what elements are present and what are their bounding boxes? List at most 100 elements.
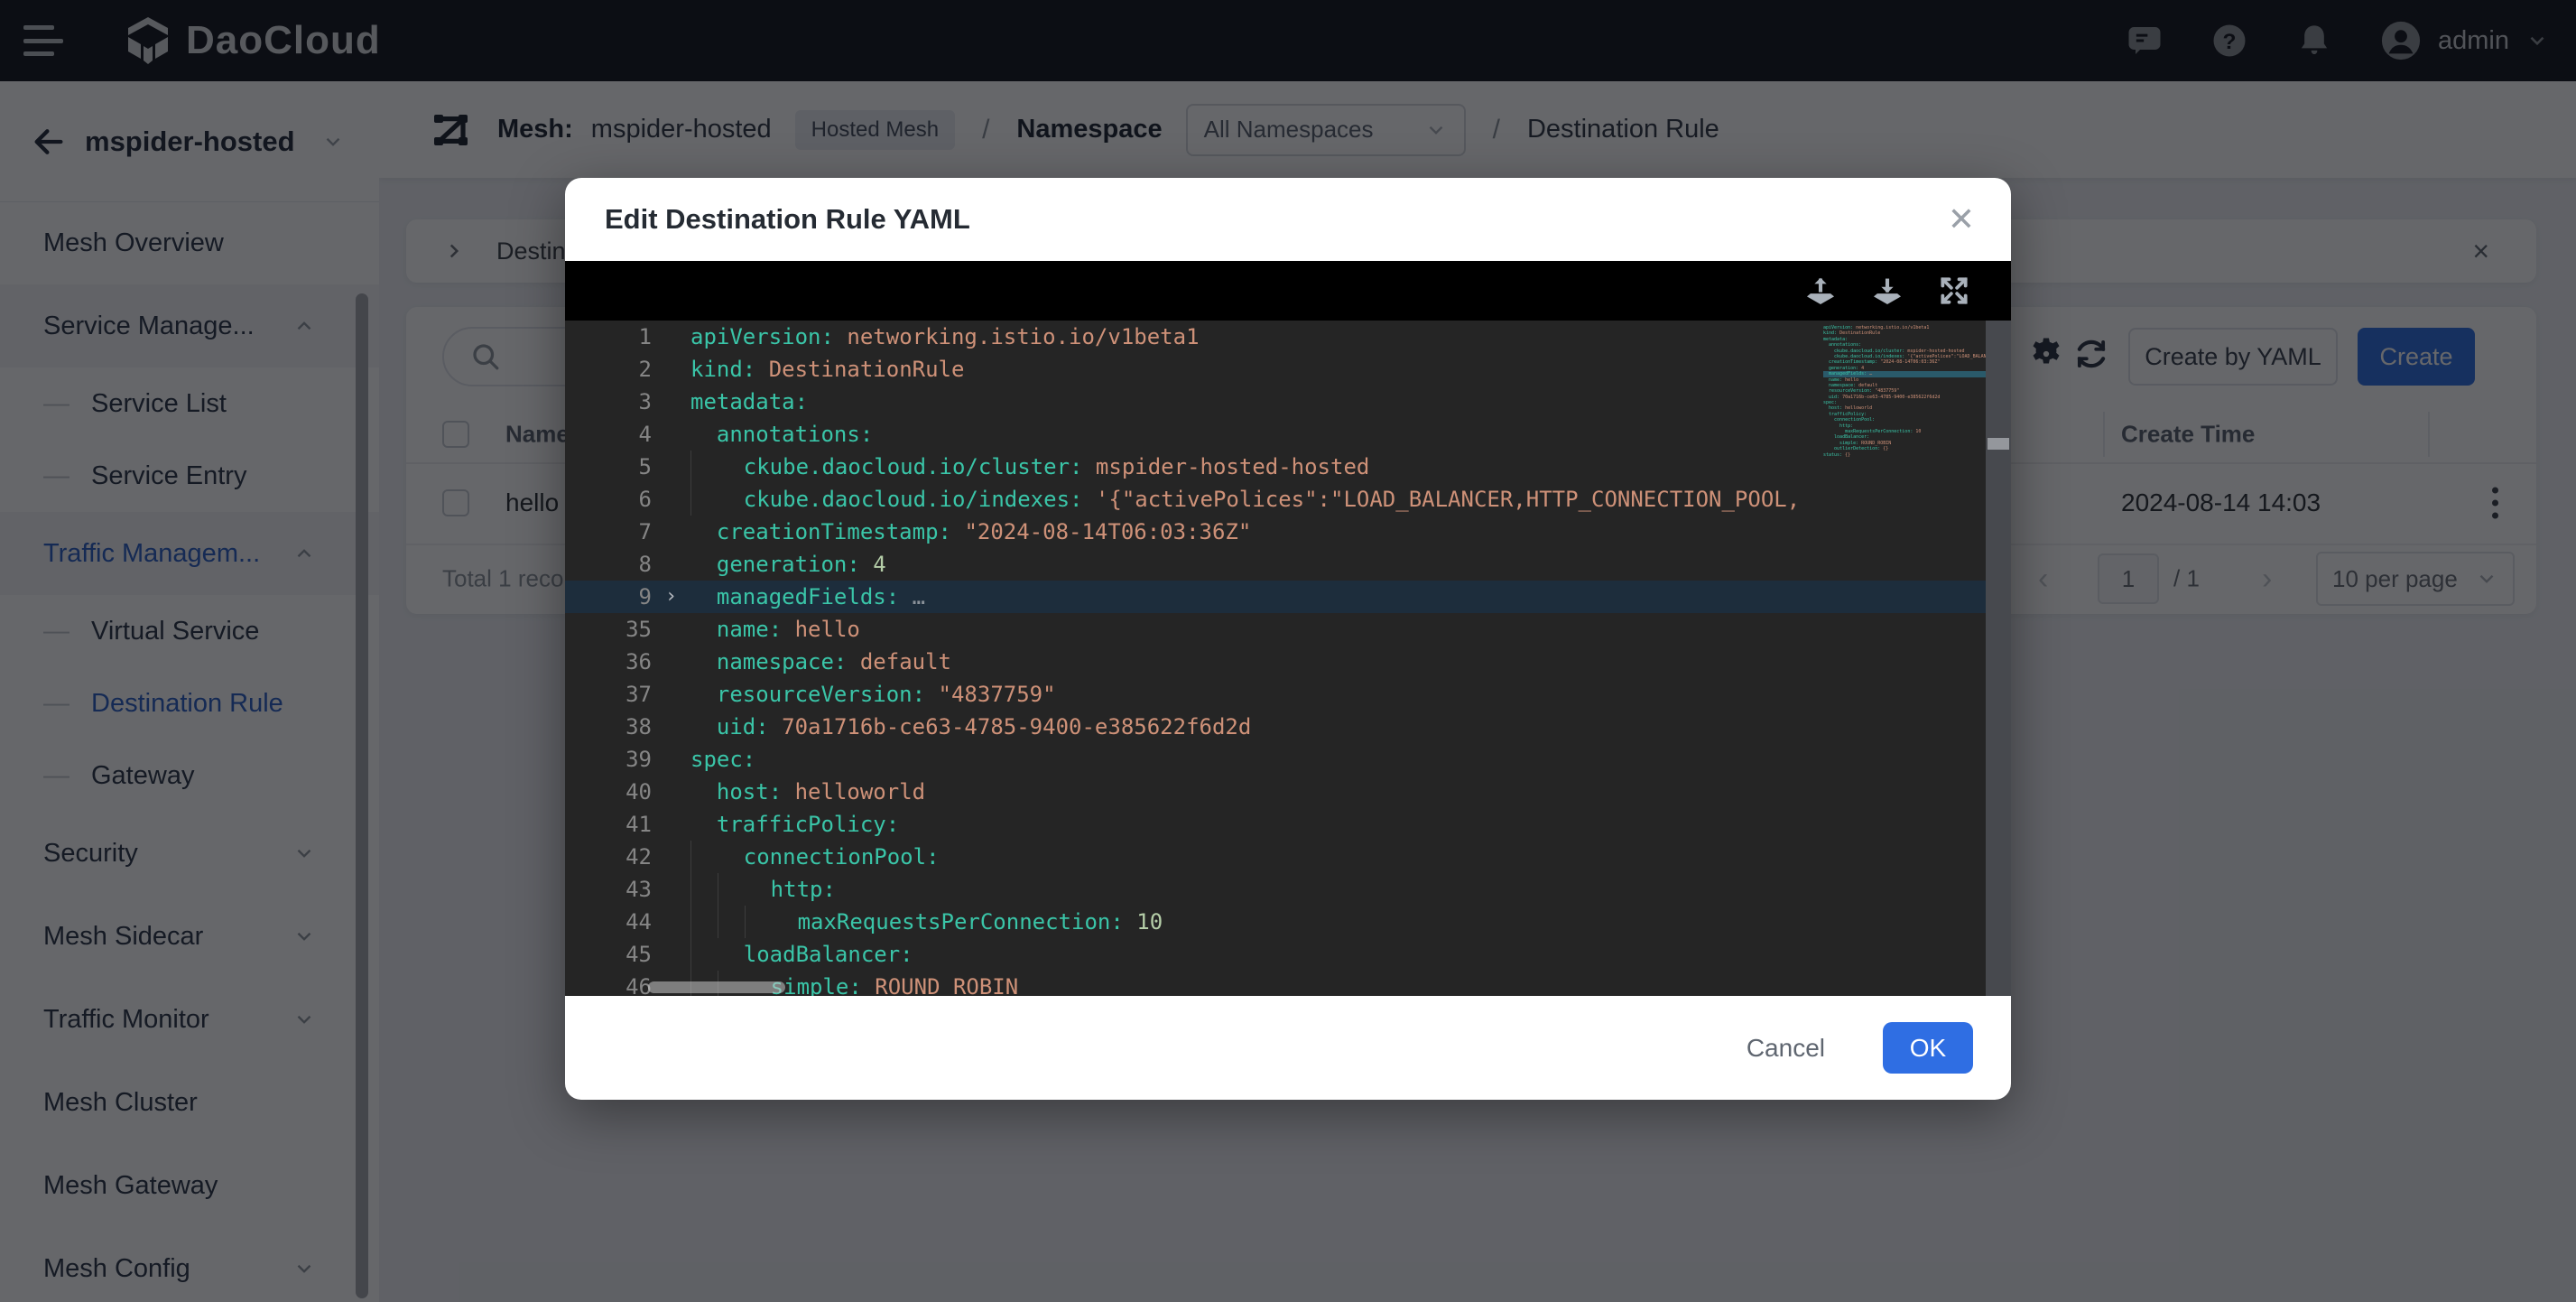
line-number: 36 bbox=[565, 646, 652, 678]
gutter-space bbox=[652, 386, 690, 418]
line-number: 1 bbox=[565, 321, 652, 353]
code-text: host: helloworld bbox=[690, 776, 1986, 808]
code-text: trafficPolicy: bbox=[690, 808, 1986, 841]
gutter-space bbox=[652, 873, 690, 906]
editor-horizontal-scrollbar[interactable] bbox=[648, 981, 785, 993]
gutter-space bbox=[652, 516, 690, 548]
code-text: namespace: default bbox=[690, 646, 1986, 678]
code-text: simple: ROUND_ROBIN bbox=[690, 971, 1986, 996]
line-number: 4 bbox=[565, 418, 652, 451]
editor-line-4[interactable]: 4 annotations: bbox=[565, 418, 1986, 451]
gutter-space bbox=[652, 321, 690, 353]
code-text: kind: DestinationRule bbox=[690, 353, 1986, 386]
editor-line-44[interactable]: 44 maxRequestsPerConnection: 10 bbox=[565, 906, 1986, 938]
gutter-space bbox=[652, 743, 690, 776]
gutter-space bbox=[652, 646, 690, 678]
editor-line-8[interactable]: 8 generation: 4 bbox=[565, 548, 1986, 581]
gutter-space bbox=[652, 938, 690, 971]
code-text: managedFields: … bbox=[690, 581, 1986, 613]
editor-line-3[interactable]: 3 metadata: bbox=[565, 386, 1986, 418]
editor-line-35[interactable]: 35 name: hello bbox=[565, 613, 1986, 646]
line-number: 40 bbox=[565, 776, 652, 808]
line-number: 37 bbox=[565, 678, 652, 711]
code-text: spec: bbox=[690, 743, 1986, 776]
modal-header: Edit Destination Rule YAML ✕ bbox=[565, 178, 2011, 261]
gutter-space bbox=[652, 776, 690, 808]
code-text: apiVersion: networking.istio.io/v1beta1 bbox=[690, 321, 1986, 353]
line-number: 42 bbox=[565, 841, 652, 873]
editor-line-2[interactable]: 2 kind: DestinationRule bbox=[565, 353, 1986, 386]
editor-line-37[interactable]: 37 resourceVersion: "4837759" bbox=[565, 678, 1986, 711]
editor-line-41[interactable]: 41 trafficPolicy: bbox=[565, 808, 1986, 841]
code-text: loadBalancer: bbox=[690, 938, 1986, 971]
gutter-space bbox=[652, 841, 690, 873]
gutter-space bbox=[652, 808, 690, 841]
code-text: resourceVersion: "4837759" bbox=[690, 678, 1986, 711]
code-text: connectionPool: bbox=[690, 841, 1986, 873]
line-number: 3 bbox=[565, 386, 652, 418]
yaml-code-editor[interactable]: 1 apiVersion: networking.istio.io/v1beta1… bbox=[565, 321, 2011, 996]
editor-scrollbar[interactable] bbox=[1986, 321, 2011, 996]
editor-line-9[interactable]: 9›managedFields: … bbox=[565, 581, 1986, 613]
line-number: 43 bbox=[565, 873, 652, 906]
line-number: 38 bbox=[565, 711, 652, 743]
editor-toolbar bbox=[565, 261, 2011, 321]
gutter-space bbox=[652, 678, 690, 711]
line-number: 6 bbox=[565, 483, 652, 516]
code-text: ckube.daocloud.io/cluster: mspider-hoste… bbox=[690, 451, 1986, 483]
line-number: 5 bbox=[565, 451, 652, 483]
line-number: 2 bbox=[565, 353, 652, 386]
editor-line-40[interactable]: 40 host: helloworld bbox=[565, 776, 1986, 808]
ok-button[interactable]: OK bbox=[1883, 1022, 1973, 1074]
editor-line-42[interactable]: 42 connectionPool: bbox=[565, 841, 1986, 873]
gutter-space bbox=[652, 613, 690, 646]
line-number: 39 bbox=[565, 743, 652, 776]
editor-line-1[interactable]: 1 apiVersion: networking.istio.io/v1beta1 bbox=[565, 321, 1986, 353]
editor-minimap[interactable]: apiVersion: networking.istio.io/v1beta1k… bbox=[1823, 325, 1986, 458]
line-number: 46 bbox=[565, 971, 652, 996]
line-number: 8 bbox=[565, 548, 652, 581]
code-text: http: bbox=[690, 873, 1986, 906]
editor-line-45[interactable]: 45 loadBalancer: bbox=[565, 938, 1986, 971]
editor-scrollbar-thumb[interactable] bbox=[1988, 438, 2009, 450]
line-number: 9 bbox=[565, 581, 652, 613]
line-number: 35 bbox=[565, 613, 652, 646]
editor-line-39[interactable]: 39 spec: bbox=[565, 743, 1986, 776]
fold-chevron-icon[interactable]: › bbox=[652, 581, 690, 613]
gutter-space bbox=[652, 711, 690, 743]
line-number: 7 bbox=[565, 516, 652, 548]
screen: DaoCloud ? bbox=[0, 0, 2576, 1302]
code-text: name: hello bbox=[690, 613, 1986, 646]
gutter-space bbox=[652, 483, 690, 516]
editor-line-6[interactable]: 6 ckube.daocloud.io/indexes: '{"activePol… bbox=[565, 483, 1986, 516]
edit-yaml-modal: Edit Destination Rule YAML ✕ bbox=[565, 178, 2011, 1100]
minimap-line: status: {} bbox=[1823, 452, 1986, 458]
line-number: 41 bbox=[565, 808, 652, 841]
modal-title: Edit Destination Rule YAML bbox=[605, 203, 970, 236]
code-text: generation: 4 bbox=[690, 548, 1986, 581]
download-yaml-icon[interactable] bbox=[1870, 274, 1904, 308]
code-text: ckube.daocloud.io/indexes: '{"activePoli… bbox=[690, 483, 1986, 516]
code-text: creationTimestamp: "2024-08-14T06:03:36Z… bbox=[690, 516, 1986, 548]
gutter-space bbox=[652, 451, 690, 483]
line-number: 45 bbox=[565, 938, 652, 971]
editor-line-5[interactable]: 5 ckube.daocloud.io/cluster: mspider-host… bbox=[565, 451, 1986, 483]
modal-footer: Cancel OK bbox=[565, 996, 2011, 1100]
editor-line-43[interactable]: 43 http: bbox=[565, 873, 1986, 906]
editor-line-7[interactable]: 7 creationTimestamp: "2024-08-14T06:03:36… bbox=[565, 516, 1986, 548]
editor-line-38[interactable]: 38 uid: 70a1716b-ce63-4785-9400-e385622f6… bbox=[565, 711, 1986, 743]
code-text: annotations: bbox=[690, 418, 1986, 451]
upload-yaml-icon[interactable] bbox=[1803, 274, 1838, 308]
code-text: maxRequestsPerConnection: 10 bbox=[690, 906, 1986, 938]
editor-line-36[interactable]: 36 namespace: default bbox=[565, 646, 1986, 678]
fullscreen-icon[interactable] bbox=[1937, 274, 1971, 308]
cancel-button[interactable]: Cancel bbox=[1747, 1034, 1825, 1063]
code-lines: 1 apiVersion: networking.istio.io/v1beta1… bbox=[565, 321, 2011, 996]
gutter-space bbox=[652, 418, 690, 451]
line-number: 44 bbox=[565, 906, 652, 938]
code-text: metadata: bbox=[690, 386, 1986, 418]
code-text: uid: 70a1716b-ce63-4785-9400-e385622f6d2… bbox=[690, 711, 1986, 743]
gutter-space bbox=[652, 548, 690, 581]
modal-close-icon[interactable]: ✕ bbox=[1948, 203, 1975, 236]
gutter-space bbox=[652, 353, 690, 386]
